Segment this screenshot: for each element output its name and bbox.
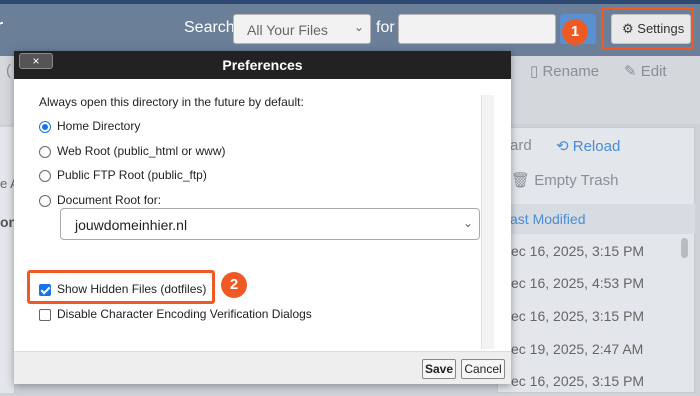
close-button[interactable]: × — [19, 53, 53, 69]
default-directory-heading: Always open this directory in the future… — [39, 95, 304, 109]
chevron-down-icon: ⌄ — [353, 20, 364, 34]
table-row[interactable]: ec 16, 2025, 3:15 PM — [497, 301, 677, 331]
radio-web-root[interactable]: Web Root (public_html or www) — [39, 144, 226, 158]
empty-trash-button[interactable]: 🗑 Empty Trash — [511, 171, 618, 189]
search-scope-select[interactable]: All Your Files ⌄ — [233, 14, 371, 44]
table-row[interactable]: ec 16, 2025, 4:53 PM — [497, 268, 677, 298]
edit-button[interactable]: ✎ Edit — [624, 62, 667, 80]
radio-public-ftp-root[interactable]: Public FTP Root (public_ftp) — [39, 168, 207, 182]
modified-date: ec 16, 2025, 4:53 PM — [511, 275, 645, 291]
dialog-title: Preferences — [14, 51, 511, 79]
app-title-fragment: r — [0, 14, 3, 40]
left-panel — [0, 127, 15, 393]
table-row[interactable]: ec 16, 2025, 3:15 PM — [497, 236, 677, 266]
table-row[interactable]: ec 16, 2025, 3:15 PM — [497, 366, 677, 396]
radio-button[interactable] — [39, 145, 51, 158]
dialog-footer: Save Cancel — [14, 351, 511, 384]
close-icon: × — [32, 54, 40, 68]
radio-button[interactable] — [39, 120, 51, 133]
radio-label: Document Root for: — [57, 193, 162, 207]
radio-label: Public FTP Root (public_ftp) — [57, 168, 207, 182]
reload-button[interactable]: ⟲ Reload — [556, 137, 620, 155]
step-2-badge: 2 — [221, 272, 247, 298]
chevron-down-icon: ⌄ — [462, 216, 473, 230]
for-label: for — [376, 19, 395, 36]
empty-trash-label: Empty Trash — [534, 172, 619, 189]
radio-label: Home Directory — [57, 119, 141, 133]
modified-date: ec 16, 2025, 3:15 PM — [511, 373, 645, 389]
save-button[interactable]: Save — [422, 359, 456, 379]
reload-label: Reload — [572, 138, 621, 155]
rename-label: Rename — [542, 63, 600, 80]
document-root-value: jouwdomeinhier.nl — [75, 217, 188, 233]
step-1-badge: 1 — [562, 19, 588, 45]
document-icon: ▯ — [530, 63, 539, 80]
checkbox-label: Disable Character Encoding Verification … — [57, 307, 312, 321]
dialog-scrollbar[interactable] — [481, 95, 494, 349]
modified-date: ec 16, 2025, 3:15 PM — [511, 308, 645, 324]
radio-home-directory[interactable]: Home Directory — [39, 119, 140, 133]
preferences-dialog: Preferences × Always open this directory… — [14, 51, 511, 384]
toolbar-partial-item: ( — [6, 62, 11, 79]
radio-document-root[interactable]: Document Root for: — [39, 193, 161, 207]
disable-encoding-dialogs-option[interactable]: Disable Character Encoding Verification … — [39, 307, 312, 321]
partial-button-label[interactable]: ard — [510, 137, 532, 154]
trash-icon: 🗑 — [511, 172, 531, 189]
radio-label: Web Root (public_html or www) — [57, 144, 226, 158]
cancel-button[interactable]: Cancel — [461, 359, 505, 379]
rename-button[interactable]: ▯ Rename — [530, 62, 599, 80]
search-label: Search — [184, 19, 235, 36]
pencil-icon: ✎ — [624, 63, 637, 80]
search-input[interactable] — [398, 14, 556, 44]
settings-highlight — [601, 7, 694, 50]
radio-button[interactable] — [39, 194, 51, 207]
document-root-select[interactable]: jouwdomeinhier.nl ⌄ — [60, 208, 480, 240]
checkbox[interactable] — [39, 308, 51, 321]
radio-button[interactable] — [39, 169, 51, 182]
hidden-files-highlight — [27, 270, 215, 304]
table-row[interactable]: ec 19, 2025, 2:47 AM — [497, 334, 677, 364]
search-scope-value: All Your Files — [247, 22, 328, 38]
dialog-body: Always open this directory in the future… — [14, 79, 511, 351]
modified-date: ec 19, 2025, 2:47 AM — [511, 341, 644, 357]
edit-label: Edit — [640, 63, 667, 80]
file-list-scrollbar[interactable] — [681, 238, 688, 258]
last-modified-column-header[interactable]: ast Modified — [510, 211, 585, 227]
modified-date: ec 16, 2025, 3:15 PM — [511, 243, 645, 259]
reload-icon: ⟲ — [556, 138, 569, 155]
